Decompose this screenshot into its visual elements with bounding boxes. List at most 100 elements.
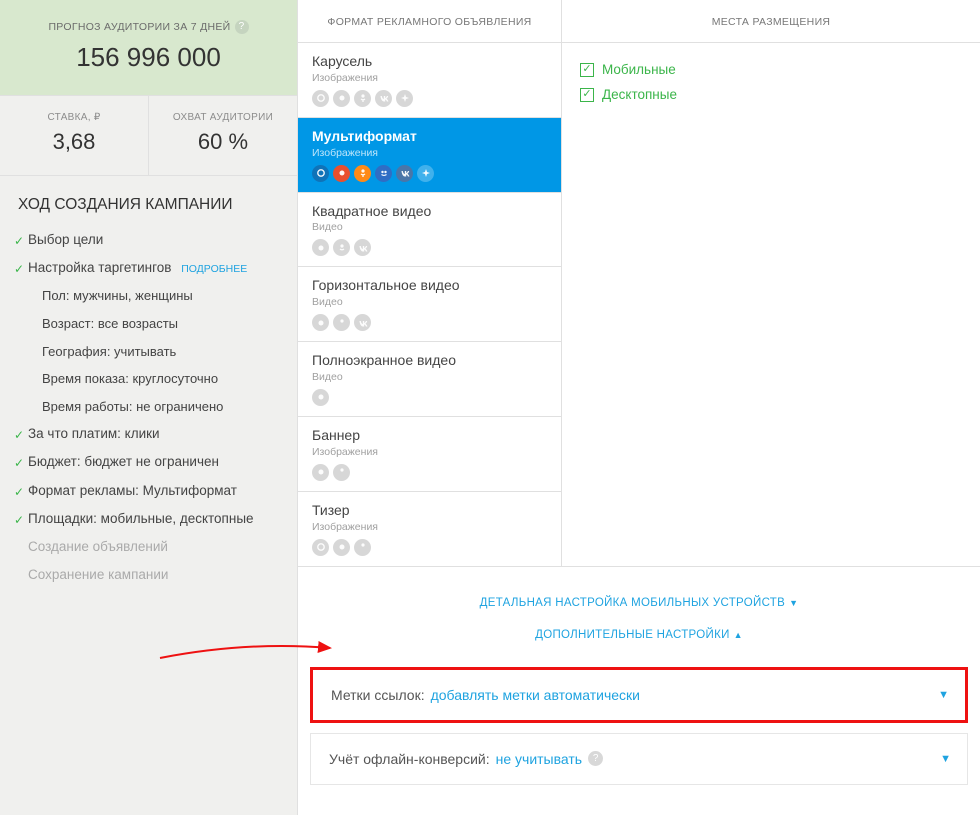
ok-icon: [333, 239, 350, 256]
vk-icon: [354, 314, 371, 331]
format-title: Горизонтальное видео: [312, 277, 547, 294]
ok-icon: [354, 539, 371, 556]
placement-desktop-checkbox[interactable]: Десктопные: [580, 82, 962, 107]
ok-icon: [354, 165, 371, 182]
format-title: Баннер: [312, 427, 547, 444]
stats-row: СТАВКА, ₽ 3,68 ОХВАТ АУДИТОРИИ 60 %: [0, 96, 297, 176]
audience-prognosis-block: ПРОГНОЗ АУДИТОРИИ ЗА 7 ДНЕЙ? 156 996 000: [0, 0, 297, 96]
chevron-up-icon: ▲: [734, 630, 743, 640]
substep-time: Время показа: круглосуточно: [28, 365, 297, 393]
check-icon: ✓: [14, 484, 28, 500]
check-icon: ✓: [14, 455, 28, 471]
stake-value: 3,68: [4, 129, 144, 155]
step-placements: ✓Площадки: мобильные, десктопные: [14, 505, 297, 533]
campaign-progress-steps: ✓ Выбор цели ✓ Настройка таргетингов ПОД…: [0, 226, 297, 589]
mail-icon: [312, 165, 329, 182]
format-option-banner[interactable]: Баннер Изображения: [298, 417, 561, 492]
format-title: Тизер: [312, 502, 547, 519]
format-option-fullscreen-video[interactable]: Полноэкранное видео Видео: [298, 342, 561, 417]
checkbox-checked-icon: [580, 63, 594, 77]
panel-label: Учёт офлайн-конверсий:: [329, 751, 490, 767]
substep-duration: Время работы: не ограничено: [28, 393, 297, 421]
reach-block: ОХВАТ АУДИТОРИИ 60 %: [149, 96, 297, 175]
progress-title: ХОД СОЗДАНИЯ КАМПАНИИ: [0, 176, 297, 226]
check-icon: ✓: [14, 427, 28, 443]
format-networks: [312, 464, 547, 481]
chevron-down-icon: ▼: [940, 753, 951, 765]
format-networks: [312, 539, 547, 556]
step-label: Выбор цели: [28, 231, 297, 249]
placement-column-header: МЕСТА РАЗМЕЩЕНИЯ: [562, 0, 980, 43]
format-option-multiformat[interactable]: Мультиформат Изображения: [298, 118, 561, 193]
step-pay: ✓За что платим: клики: [14, 420, 297, 448]
target-icon: [312, 464, 329, 481]
format-option-square-video[interactable]: Квадратное видео Видео: [298, 193, 561, 268]
panel-value: добавлять метки автоматически: [431, 687, 640, 703]
format-option-carousel[interactable]: Карусель Изображения: [298, 43, 561, 118]
format-networks: [312, 165, 547, 182]
help-icon[interactable]: ?: [588, 751, 603, 766]
format-networks: [312, 239, 547, 256]
checkbox-checked-icon: [580, 88, 594, 102]
mail-icon: [312, 90, 329, 107]
target-icon: [333, 165, 350, 182]
vk-icon: [354, 239, 371, 256]
step-create-ads: Создание объявлений: [14, 533, 297, 561]
prognosis-value: 156 996 000: [0, 42, 297, 73]
format-subtitle: Видео: [312, 221, 547, 233]
vk-icon: [396, 165, 413, 182]
reach-value: 60 %: [153, 129, 293, 155]
panel-value: не учитывать: [496, 751, 582, 767]
step-save-campaign: Сохранение кампании: [14, 561, 297, 589]
format-subtitle: Видео: [312, 371, 547, 383]
stake-block: СТАВКА, ₽ 3,68: [0, 96, 149, 175]
check-icon: ✓: [14, 261, 28, 277]
ok-icon: [333, 464, 350, 481]
targeting-more-link[interactable]: ПОДРОБНЕЕ: [181, 263, 247, 275]
mymir-icon: [375, 165, 392, 182]
target-icon: [312, 314, 329, 331]
target-icon: [312, 389, 329, 406]
ok-icon: [354, 90, 371, 107]
vk-icon: [375, 90, 392, 107]
format-subtitle: Изображения: [312, 521, 547, 533]
format-subtitle: Изображения: [312, 147, 547, 159]
substep-age: Возраст: все возрасты: [28, 310, 297, 338]
placement-label: Десктопные: [602, 87, 677, 102]
format-option-horizontal-video[interactable]: Горизонтальное видео Видео: [298, 267, 561, 342]
target-icon: [333, 90, 350, 107]
format-title: Карусель: [312, 53, 547, 70]
more-settings-toggle[interactable]: ДОПОЛНИТЕЛЬНЫЕ НАСТРОЙКИ▲: [310, 619, 968, 651]
format-subtitle: Изображения: [312, 446, 547, 458]
link-tags-panel[interactable]: Метки ссылок: добавлять метки автоматиче…: [310, 667, 968, 723]
placement-mobile-checkbox[interactable]: Мобильные: [580, 57, 962, 82]
format-subtitle: Изображения: [312, 72, 547, 84]
stake-label: СТАВКА, ₽: [4, 112, 144, 123]
spark-icon: [396, 90, 413, 107]
chevron-down-icon: ▼: [938, 689, 949, 701]
substep-geo: География: учитывать: [28, 338, 297, 366]
spark-icon: [417, 165, 434, 182]
format-title: Мультиформат: [312, 128, 547, 145]
panel-label: Метки ссылок:: [331, 687, 425, 703]
format-column-header: ФОРМАТ РЕКЛАМНОГО ОБЪЯВЛЕНИЯ: [298, 0, 561, 43]
mail-icon: [312, 539, 329, 556]
step-label: Настройка таргетингов ПОДРОБНЕЕ: [28, 259, 297, 277]
format-option-teaser[interactable]: Тизер Изображения: [298, 492, 561, 566]
substep-gender: Пол: мужчины, женщины: [28, 282, 297, 310]
reach-label: ОХВАТ АУДИТОРИИ: [153, 112, 293, 123]
format-networks: [312, 90, 547, 107]
mobile-detail-settings-toggle[interactable]: ДЕТАЛЬНАЯ НАСТРОЙКА МОБИЛЬНЫХ УСТРОЙСТВ▼: [310, 587, 968, 619]
format-title: Полноэкранное видео: [312, 352, 547, 369]
help-icon[interactable]: ?: [235, 20, 249, 34]
chevron-down-icon: ▼: [789, 598, 798, 608]
format-subtitle: Видео: [312, 296, 547, 308]
step-format: ✓Формат рекламы: Мультиформат: [14, 477, 297, 505]
offline-conversions-panel[interactable]: Учёт офлайн-конверсий: не учитывать ? ▼: [310, 733, 968, 785]
format-networks: [312, 314, 547, 331]
step-budget: ✓Бюджет: бюджет не ограничен: [14, 448, 297, 476]
ok-icon: [333, 314, 350, 331]
format-networks: [312, 389, 547, 406]
check-icon: ✓: [14, 512, 28, 528]
step-goal: ✓ Выбор цели: [14, 226, 297, 254]
